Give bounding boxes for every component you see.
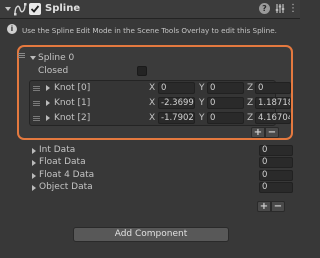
knot-x-field[interactable]: -1.7902 [158, 112, 195, 124]
add-knot-button[interactable]: + [251, 127, 265, 138]
axis-x-label[interactable]: X [149, 113, 155, 123]
add-component-button[interactable]: Add Component [73, 227, 229, 242]
axis-x-label[interactable]: X [149, 98, 155, 108]
info-message: Use the Spline Edit Mode in the Scene To… [22, 26, 277, 35]
knot-x-field[interactable]: 0 [158, 82, 195, 94]
info-icon: i [7, 24, 17, 34]
knot-z-field[interactable]: 1.187184 [255, 97, 291, 109]
knot-y-field[interactable]: 0 [207, 82, 244, 94]
float4-data-label[interactable]: Float 4 Data [39, 170, 94, 180]
chevron-down-icon[interactable] [4, 4, 12, 14]
closed-label: Closed [38, 66, 69, 76]
drag-handle-icon[interactable] [33, 101, 40, 106]
closed-checkbox[interactable] [137, 66, 147, 76]
checkmark-icon [30, 5, 40, 13]
knot-label[interactable]: Knot [2] [54, 113, 90, 123]
drag-handle-icon[interactable] [18, 53, 25, 58]
component-enabled-checkbox[interactable] [29, 3, 41, 15]
component-header[interactable]: Spline ? ⋮ [0, 0, 300, 19]
axis-z-label[interactable]: Z [247, 113, 253, 123]
axis-y-label[interactable]: Y [199, 83, 205, 93]
foldout-collapsed-icon[interactable] [32, 173, 36, 179]
knot-label[interactable]: Knot [0] [54, 83, 90, 93]
remove-knot-button[interactable]: − [265, 127, 279, 138]
float4-data-count-field[interactable]: 0 [259, 170, 293, 181]
inspector-panel: Spline ? ⋮ i Use the Spline Edit Mode in… [0, 0, 300, 258]
help-icon[interactable]: ? [259, 3, 270, 14]
knot-label[interactable]: Knot [1] [54, 98, 90, 108]
foldout-collapsed-icon[interactable] [46, 115, 50, 121]
spline-foldout-label[interactable]: Spline 0 [38, 53, 74, 63]
axis-y-label[interactable]: Y [199, 113, 205, 123]
drag-handle-icon[interactable] [33, 116, 40, 121]
foldout-collapsed-icon[interactable] [32, 160, 36, 166]
object-data-count-field[interactable]: 0 [259, 182, 293, 193]
axis-z-label[interactable]: Z [247, 98, 253, 108]
add-spline-button[interactable]: + [257, 201, 271, 212]
float-data-count-field[interactable]: 0 [259, 157, 293, 168]
spline-component-icon [14, 3, 27, 16]
drag-handle-icon[interactable] [33, 86, 40, 91]
component-title: Spline [45, 3, 81, 14]
foldout-collapsed-icon[interactable] [46, 100, 50, 106]
int-data-label[interactable]: Int Data [39, 145, 75, 155]
int-data-count-field[interactable]: 0 [259, 145, 293, 156]
foldout-expanded-icon[interactable] [30, 56, 36, 60]
axis-z-label[interactable]: Z [247, 83, 253, 93]
remove-spline-button[interactable]: − [271, 201, 285, 212]
float-data-label[interactable]: Float Data [39, 157, 86, 167]
knot-y-field[interactable]: 0 [207, 112, 244, 124]
context-menu-icon[interactable]: ⋮ [288, 2, 298, 16]
knot-y-field[interactable]: 0 [207, 97, 244, 109]
knot-x-field[interactable]: -2.3699 [158, 97, 195, 109]
axis-y-label[interactable]: Y [199, 98, 205, 108]
knot-z-field[interactable]: 4.16704 [255, 112, 291, 124]
foldout-collapsed-icon[interactable] [46, 85, 50, 91]
axis-x-label[interactable]: X [149, 83, 155, 93]
object-data-label[interactable]: Object Data [39, 182, 93, 192]
foldout-collapsed-icon[interactable] [32, 185, 36, 191]
foldout-collapsed-icon[interactable] [32, 148, 36, 154]
preset-icon[interactable] [275, 3, 285, 14]
knot-z-field[interactable]: 0 [255, 82, 291, 94]
